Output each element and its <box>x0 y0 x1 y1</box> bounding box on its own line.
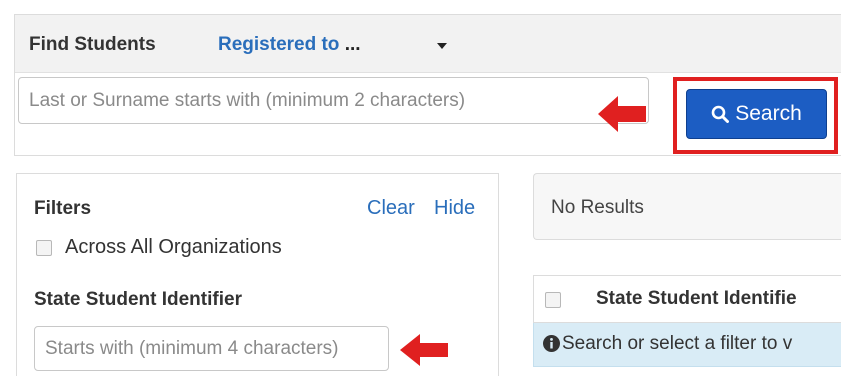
registered-to-label: Registered to <box>218 34 340 55</box>
registered-to-dropdown[interactable]: Registered to ... <box>218 34 361 56</box>
search-button-label: Search <box>735 102 802 125</box>
table-info-row: Search or select a filter to v <box>533 323 841 367</box>
table-header-row: State Student Identifie <box>533 275 841 323</box>
column-header-state-student-identifier[interactable]: State Student Identifie <box>596 288 797 310</box>
annotation-arrow-icon <box>598 96 648 132</box>
registered-to-ellipsis: ... <box>344 34 361 55</box>
hide-filters-link[interactable]: Hide <box>434 197 475 220</box>
across-all-organizations-checkbox[interactable] <box>36 240 52 256</box>
clear-filters-link[interactable]: Clear <box>367 197 415 220</box>
surname-search-input[interactable] <box>18 77 649 124</box>
table-info-text: Search or select a filter to v <box>562 333 793 354</box>
state-student-identifier-input[interactable] <box>34 326 389 371</box>
find-students-header: Find Students Registered to ... <box>15 15 841 73</box>
results-status-text: No Results <box>551 197 644 218</box>
results-table: State Student Identifie Search or select… <box>533 275 841 376</box>
across-all-organizations-label: Across All Organizations <box>65 236 282 258</box>
find-students-title: Find Students <box>29 34 156 55</box>
select-all-checkbox[interactable] <box>545 292 561 308</box>
top-cropped-strip <box>0 0 841 10</box>
results-status-box: No Results <box>533 173 841 240</box>
filters-title: Filters <box>34 198 92 219</box>
annotation-arrow-icon <box>400 334 450 366</box>
search-icon <box>711 105 730 123</box>
search-button[interactable]: Search <box>686 89 827 139</box>
info-icon <box>543 335 560 357</box>
state-student-identifier-label: State Student Identifier <box>34 289 242 310</box>
caret-down-icon[interactable] <box>437 43 447 49</box>
